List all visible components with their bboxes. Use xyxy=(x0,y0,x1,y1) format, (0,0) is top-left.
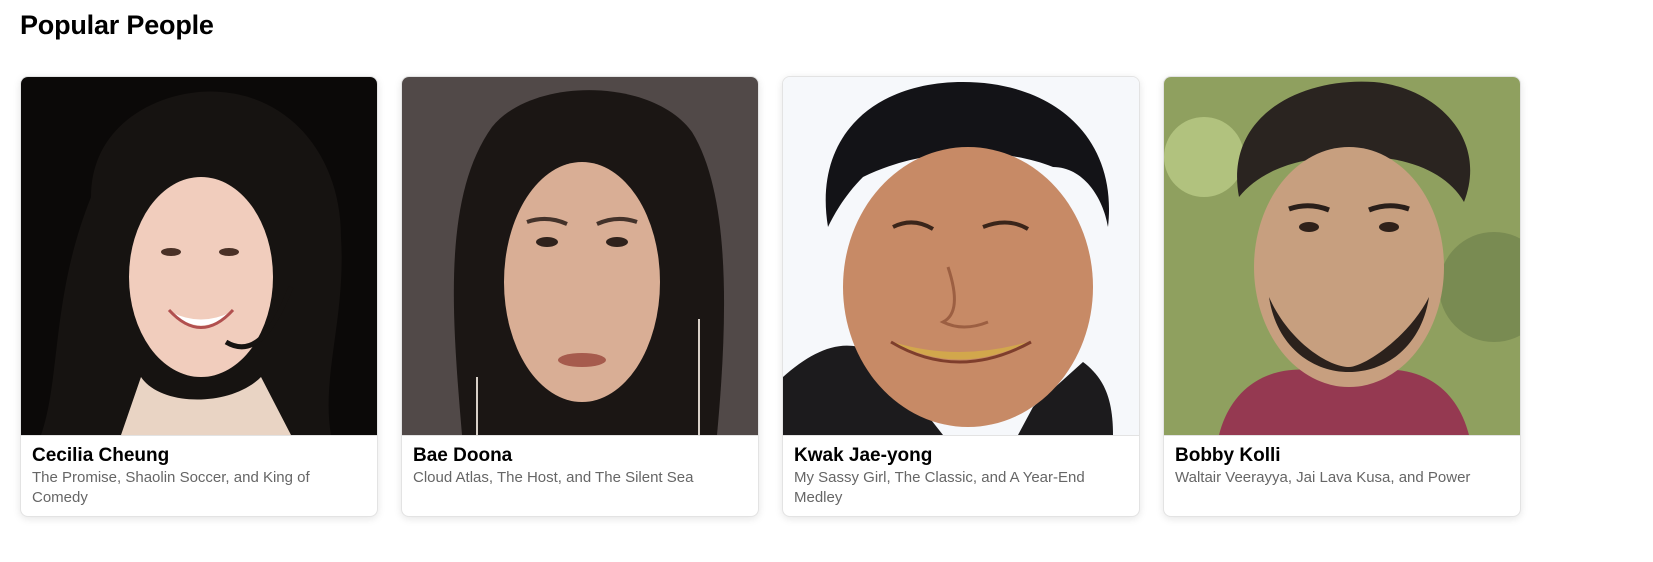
person-card[interactable]: Cecilia Cheung The Promise, Shaolin Socc… xyxy=(20,76,378,517)
person-card[interactable]: Kwak Jae-yong My Sassy Girl, The Classic… xyxy=(782,76,1140,517)
person-info: Kwak Jae-yong My Sassy Girl, The Classic… xyxy=(783,436,1139,516)
person-known-for: Waltair Veerayya, Jai Lava Kusa, and Pow… xyxy=(1175,469,1471,486)
person-name[interactable]: Bobby Kolli xyxy=(1175,444,1509,468)
person-photo[interactable] xyxy=(783,77,1139,436)
person-photo[interactable] xyxy=(402,77,758,436)
person-card[interactable]: Bae Doona Cloud Atlas, The Host, and The… xyxy=(401,76,759,517)
person-card[interactable]: Bobby Kolli Waltair Veerayya, Jai Lava K… xyxy=(1163,76,1521,517)
person-known-for: My Sassy Girl, The Classic, and A Year-E… xyxy=(794,469,1085,506)
people-card-list: Cecilia Cheung The Promise, Shaolin Socc… xyxy=(20,76,1521,517)
person-info: Cecilia Cheung The Promise, Shaolin Socc… xyxy=(21,436,377,516)
person-name[interactable]: Cecilia Cheung xyxy=(32,444,366,468)
person-name[interactable]: Kwak Jae-yong xyxy=(794,444,1128,468)
person-photo[interactable] xyxy=(21,77,377,436)
person-info: Bobby Kolli Waltair Veerayya, Jai Lava K… xyxy=(1164,436,1520,498)
popular-people-section: Popular People Cecilia Cheung The Promis… xyxy=(0,0,1653,562)
person-known-for: The Promise, Shaolin Soccer, and King of… xyxy=(32,469,310,506)
section-title: Popular People xyxy=(20,10,214,40)
person-info: Bae Doona Cloud Atlas, The Host, and The… xyxy=(402,436,758,498)
person-photo[interactable] xyxy=(1164,77,1520,436)
person-name[interactable]: Bae Doona xyxy=(413,444,747,468)
person-known-for: Cloud Atlas, The Host, and The Silent Se… xyxy=(413,469,694,486)
